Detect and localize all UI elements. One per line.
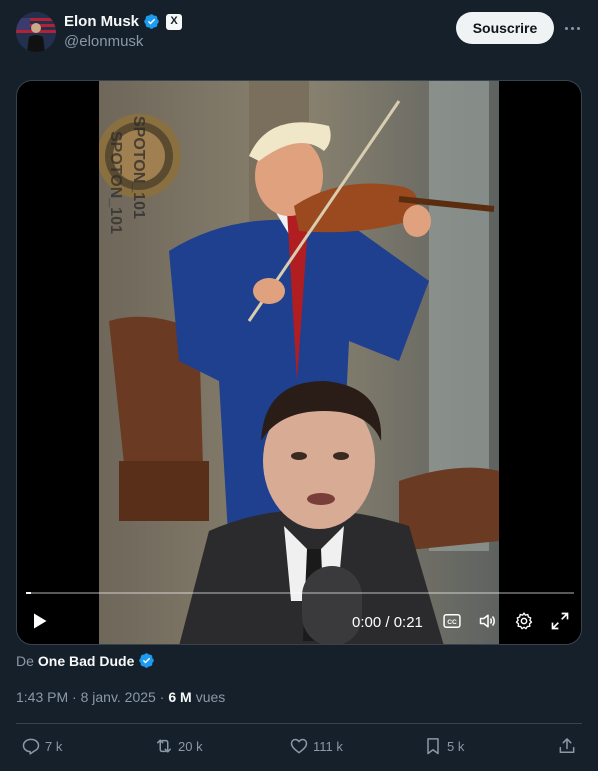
avatar-image: [16, 12, 56, 52]
heart-icon: [290, 738, 308, 754]
author-name[interactable]: Elon Musk: [64, 13, 139, 30]
play-icon[interactable]: [29, 611, 49, 631]
author-name-row: Elon Musk X: [64, 13, 183, 30]
author-handle[interactable]: @elonmusk: [64, 33, 143, 50]
settings-icon[interactable]: [514, 611, 534, 631]
video-controls: 0:00 / 0:21 CC: [17, 606, 581, 636]
reply-icon: [22, 738, 40, 755]
tweet-meta: 1:43 PM · 8 janv. 2025 · 6 M vues: [16, 689, 225, 705]
video-player[interactable]: SPOTON_101 SPOTON_101 0:00 / 0:21 CC: [16, 80, 582, 645]
volume-icon[interactable]: [478, 611, 498, 631]
source-name-link[interactable]: One Bad Dude: [38, 653, 134, 669]
bookmark-count: 5 k: [447, 738, 465, 754]
bookmark-button[interactable]: 5 k: [423, 736, 464, 756]
fullscreen-icon[interactable]: [550, 611, 570, 631]
repost-count: 20 k: [178, 738, 203, 754]
video-progress-fill: [26, 592, 32, 594]
divider: [16, 723, 582, 724]
reply-button[interactable]: 7 k: [21, 736, 62, 756]
video-frame: SPOTON_101 SPOTON_101: [99, 81, 499, 644]
captions-icon[interactable]: CC: [442, 611, 462, 631]
video-source-attribution: De One Bad Dude: [16, 652, 155, 669]
source-verified-badge-icon[interactable]: [138, 652, 155, 669]
video-progress-bar[interactable]: [26, 592, 574, 594]
verified-badge-icon[interactable]: [143, 13, 160, 30]
share-button[interactable]: [557, 736, 577, 756]
more-horizontal-icon[interactable]: [562, 18, 582, 38]
x-affiliate-badge[interactable]: X: [166, 13, 183, 30]
video-watermark: SPOTON_101: [130, 116, 147, 219]
source-prefix: De: [16, 652, 34, 669]
video-watermark-lower: SPOTON_101: [107, 131, 124, 234]
tweet-header: Elon Musk X @elonmusk Souscrire: [0, 0, 598, 64]
share-icon: [559, 738, 575, 753]
reply-count: 7 k: [45, 738, 63, 754]
avatar[interactable]: [16, 12, 56, 52]
like-count: 111 k: [313, 738, 343, 754]
video-time: 0:00 / 0:21: [352, 614, 423, 631]
views-label: vues: [195, 689, 226, 705]
video-still-image: SPOTON_101 SPOTON_101: [99, 81, 499, 644]
tweet-timestamp[interactable]: 1:43 PM · 8 janv. 2025 ·: [16, 689, 164, 705]
svg-text:CC: CC: [447, 619, 457, 626]
views-count: 6 M: [168, 689, 192, 705]
repost-button[interactable]: 20 k: [154, 736, 203, 756]
like-button[interactable]: 111 k: [289, 736, 343, 756]
bookmark-icon: [427, 738, 439, 755]
subscribe-button[interactable]: Souscrire: [456, 12, 554, 44]
repost-icon: [157, 739, 171, 753]
tweet-actions: 7 k 20 k 111 k 5 k: [0, 734, 598, 762]
